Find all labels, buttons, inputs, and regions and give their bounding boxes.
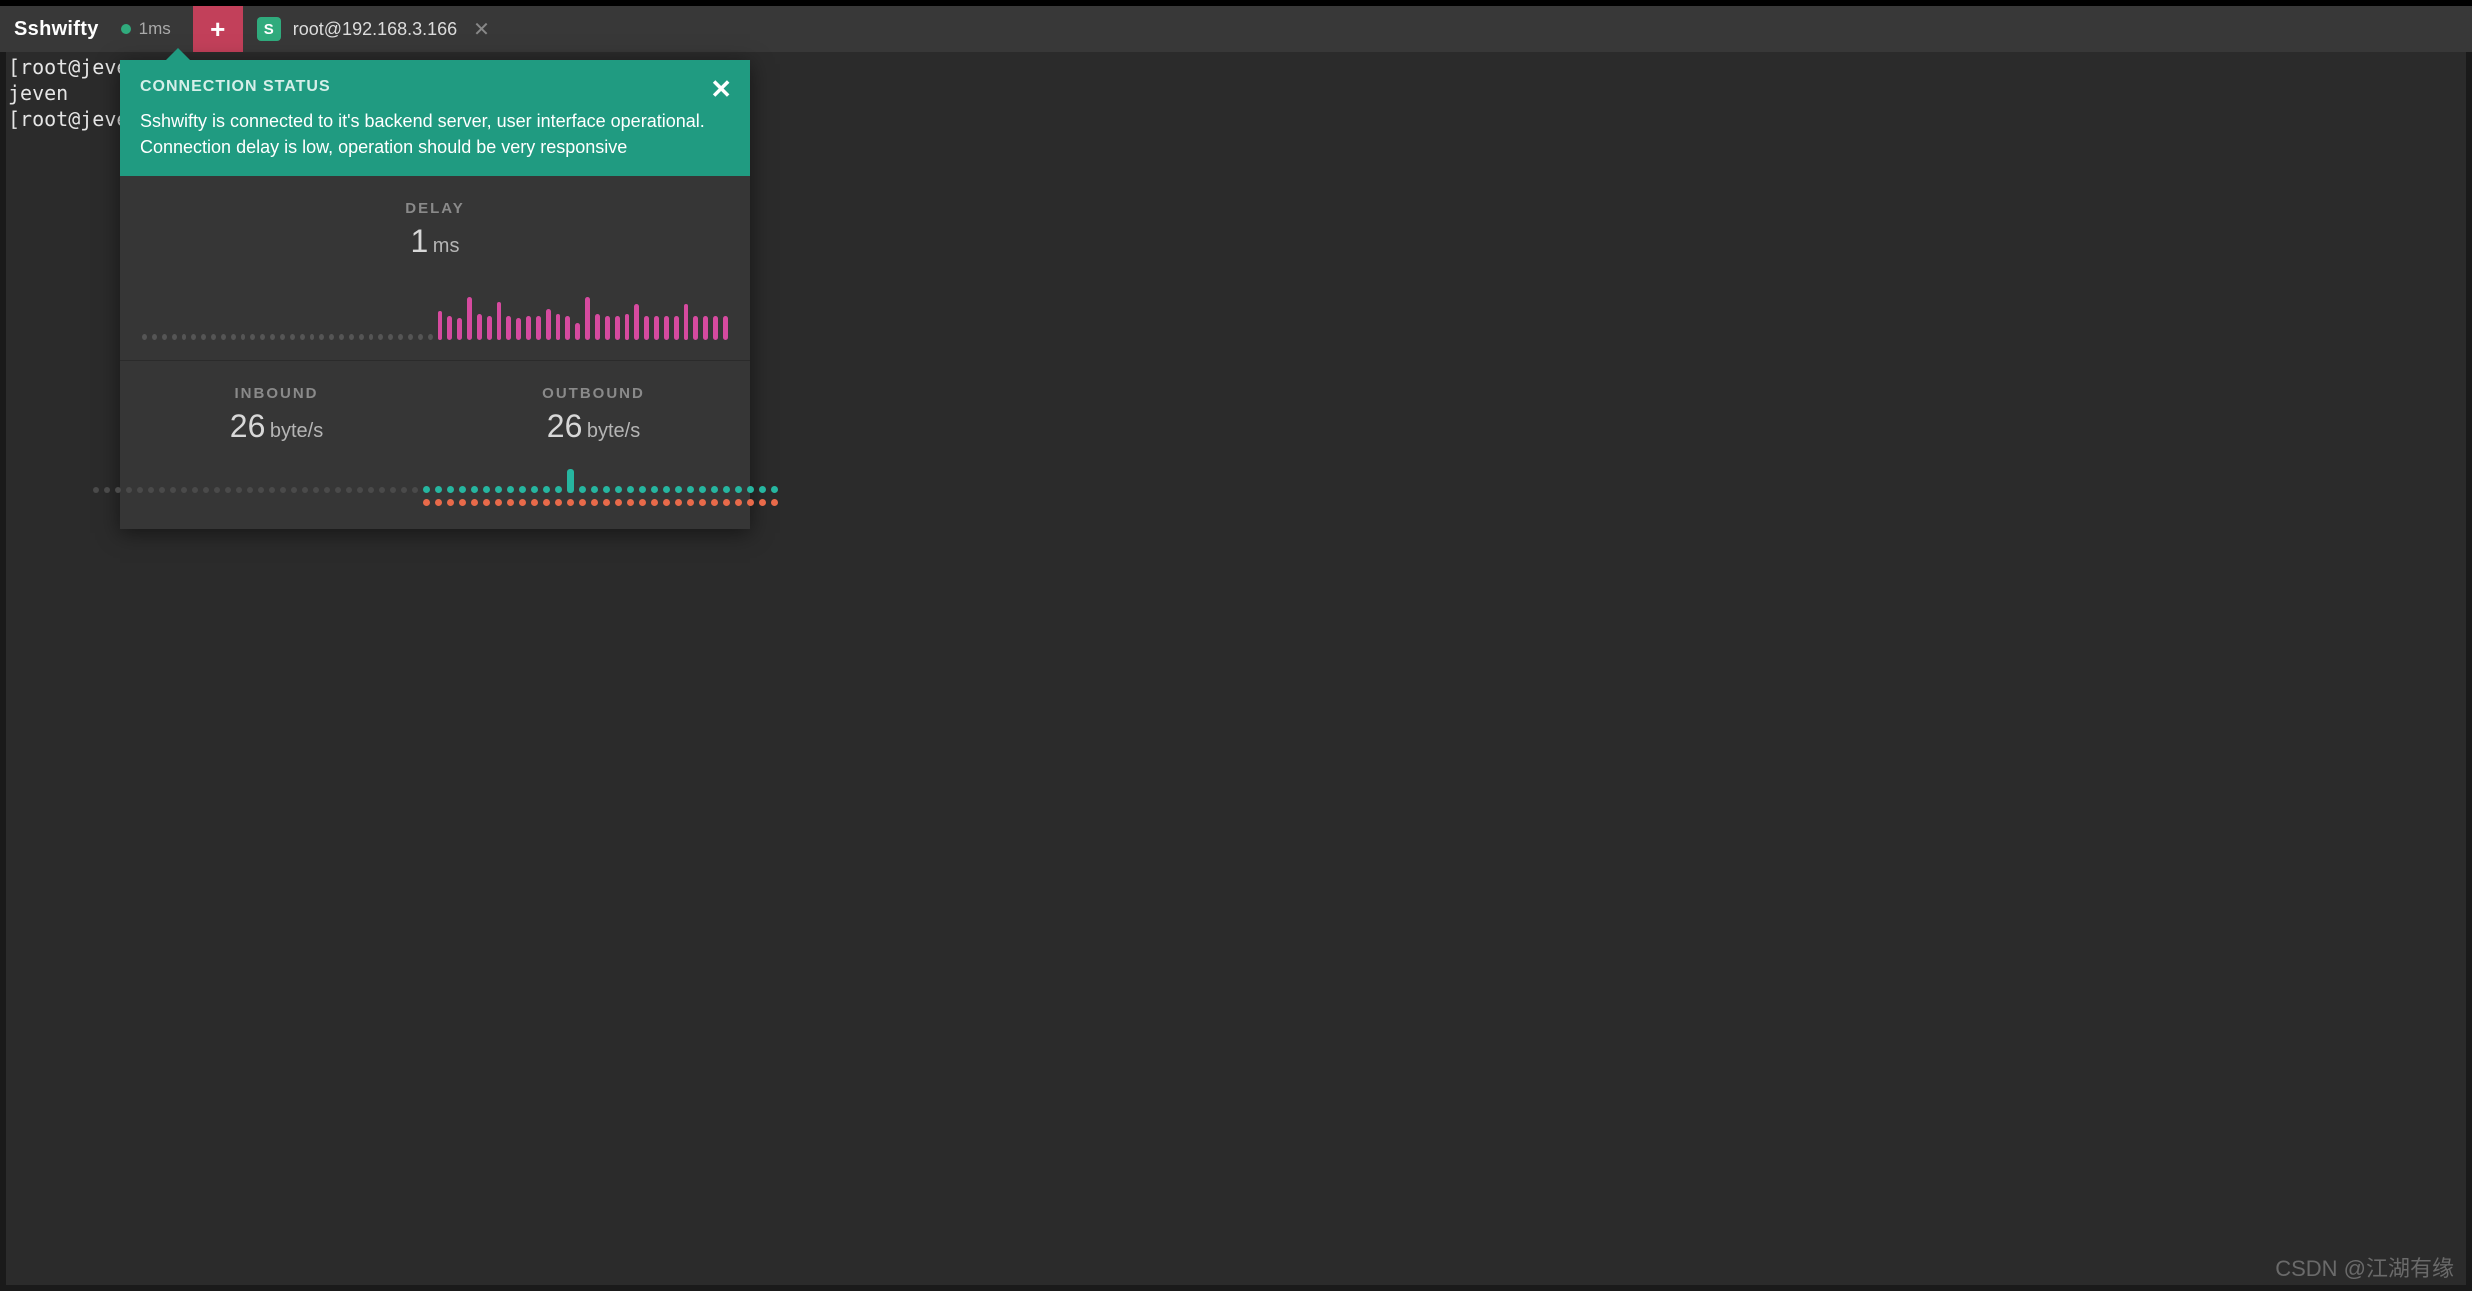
tab-title: root@192.168.3.166 <box>293 19 457 40</box>
delay-label: DELAY <box>138 200 732 217</box>
delay-metric: DELAY 1 ms <box>120 176 750 361</box>
status-dot-icon <box>121 24 131 34</box>
status-latency-text: 1ms <box>139 19 171 39</box>
traffic-metric: INBOUND 26 byte/s OUTBOUND 26 byte/s <box>120 361 750 529</box>
close-tab-button[interactable]: ✕ <box>469 17 494 42</box>
popover-close-button[interactable]: ✕ <box>710 74 732 105</box>
app-brand: Sshwifty <box>0 18 117 41</box>
delay-sparkline-chart <box>138 284 732 340</box>
ssh-icon: S <box>257 17 281 41</box>
popover-title: CONNECTION STATUS <box>140 78 730 96</box>
popover-description: Sshwifty is connected to it's backend se… <box>140 108 730 160</box>
session-tab[interactable]: S root@192.168.3.166 ✕ <box>243 6 510 52</box>
outbound-label: OUTBOUND <box>455 385 732 402</box>
new-connection-button[interactable]: + <box>193 6 243 52</box>
connection-status-pill[interactable]: 1ms <box>117 19 193 39</box>
inbound-unit: byte/s <box>270 420 323 442</box>
inbound-label: INBOUND <box>138 385 415 402</box>
app-header: Sshwifty 1ms + S root@192.168.3.166 ✕ <box>0 6 2472 52</box>
watermark-text: CSDN @江湖有缘 <box>2275 1251 2454 1283</box>
delay-value: 1 <box>411 223 429 259</box>
connection-status-popover: CONNECTION STATUS Sshwifty is connected … <box>120 60 750 529</box>
metrics-panel: DELAY 1 ms INBOUND 26 byte/s OUTBOUND <box>120 176 750 529</box>
traffic-sparkline-chart <box>138 469 732 509</box>
delay-unit: ms <box>433 235 460 257</box>
popover-header: CONNECTION STATUS Sshwifty is connected … <box>120 60 750 176</box>
plus-icon: + <box>210 14 225 45</box>
outbound-value: 26 <box>547 408 583 444</box>
outbound-unit: byte/s <box>587 420 640 442</box>
inbound-value: 26 <box>230 408 266 444</box>
